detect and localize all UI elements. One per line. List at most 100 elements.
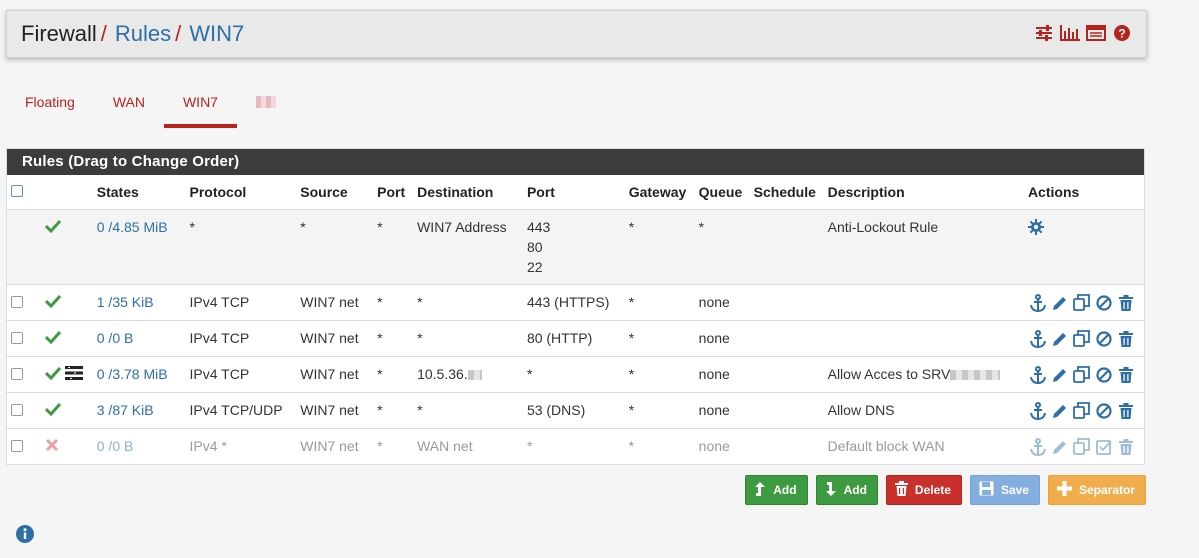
table-row[interactable]: 0 /0 B IPv4 * WIN7 net * WAN net * * non…	[7, 428, 1144, 464]
save-label: Save	[1000, 483, 1029, 497]
add-bottom-button[interactable]: Add	[815, 475, 878, 505]
source-value: WIN7 net	[296, 356, 374, 393]
gear-icon[interactable]	[1027, 218, 1044, 238]
col-source[interactable]: Source	[296, 175, 374, 210]
destination-port-value: 80 (HTTP)	[522, 320, 625, 357]
anchor-icon[interactable]	[1028, 437, 1048, 456]
edit-icon[interactable]	[1050, 330, 1070, 348]
tab-redacted[interactable]	[237, 84, 297, 128]
col-gateway[interactable]: Gateway	[624, 175, 695, 210]
copy-icon[interactable]	[1072, 366, 1092, 384]
save-button[interactable]: Save	[969, 475, 1040, 505]
queue-value: none	[694, 320, 750, 357]
edit-icon[interactable]	[1050, 438, 1070, 456]
disable-icon[interactable]	[1094, 294, 1114, 312]
table-icon[interactable]	[1086, 23, 1106, 43]
destination-port-value: 53 (DNS)	[522, 392, 625, 429]
anchor-icon[interactable]	[1028, 401, 1048, 420]
destination-value: WAN net	[417, 437, 473, 454]
table-row[interactable]: 3 /87 KiB IPv4 TCP/UDP WIN7 net * * 53 (…	[7, 392, 1144, 429]
row-select-cell	[7, 320, 41, 357]
edit-icon[interactable]	[1050, 366, 1070, 384]
edit-icon[interactable]	[1050, 402, 1070, 420]
queue-value: none	[694, 284, 750, 321]
table-row[interactable]: 1 /35 KiB IPv4 TCP WIN7 net * * 443 (HTT…	[7, 284, 1144, 321]
disable-icon[interactable]	[1094, 366, 1114, 384]
breadcrumb-rules-link[interactable]: Rules	[115, 21, 171, 47]
rules-panel: Rules (Drag to Change Order) States Prot…	[6, 148, 1145, 465]
states-value[interactable]: 0 /0 B	[92, 320, 186, 357]
edit-icon[interactable]	[1050, 294, 1070, 312]
row-checkbox[interactable]	[11, 367, 23, 380]
states-value[interactable]: 0 /3.78 MiB	[92, 356, 186, 393]
description-value	[823, 320, 1024, 357]
delete-button[interactable]: Delete	[885, 475, 962, 505]
protocol-value: IPv4 TCP	[185, 284, 297, 321]
copy-icon[interactable]	[1072, 294, 1092, 312]
col-schedule[interactable]: Schedule	[749, 175, 824, 210]
table-row[interactable]: 0 /4.85 MiB * * * WIN7 Address 443 80 22…	[7, 209, 1144, 285]
copy-icon[interactable]	[1072, 330, 1092, 348]
select-all-cell	[7, 175, 41, 210]
status-cell	[40, 284, 93, 321]
pass-check-icon	[44, 219, 62, 236]
pass-check-icon	[44, 402, 62, 419]
anchor-icon[interactable]	[1028, 365, 1048, 384]
breadcrumb-win7-link[interactable]: WIN7	[189, 21, 244, 47]
destination-port-value: *	[526, 437, 533, 454]
tab-win7[interactable]: WIN7	[163, 84, 237, 128]
separator-button[interactable]: Separator	[1047, 475, 1146, 505]
tab-wan[interactable]: WAN	[94, 84, 164, 128]
info-icon[interactable]	[16, 525, 34, 546]
source-value: WIN7 net	[296, 284, 374, 321]
col-source-port[interactable]: Port	[373, 175, 414, 210]
help-icon[interactable]: ?	[1112, 23, 1132, 43]
disable-icon[interactable]	[1094, 402, 1114, 420]
col-queue[interactable]: Queue	[694, 175, 750, 210]
table-row[interactable]: 0 /0 B IPv4 TCP WIN7 net * * 80 (HTTP) *…	[7, 320, 1144, 357]
sliders-icon[interactable]	[1034, 23, 1054, 43]
row-checkbox[interactable]	[11, 403, 23, 416]
anchor-icon[interactable]	[1028, 293, 1048, 312]
protocol-value: IPv4 *	[189, 437, 227, 454]
tab-floating[interactable]: Floating	[6, 84, 94, 128]
states-value[interactable]: 3 /87 KiB	[92, 392, 186, 429]
destination-value: 10.5.36.	[413, 356, 523, 393]
description-value: Default block WAN	[827, 437, 945, 454]
disable-icon[interactable]	[1094, 330, 1114, 348]
bar-chart-icon[interactable]	[1060, 23, 1080, 43]
trash-icon[interactable]	[1116, 402, 1136, 420]
col-states[interactable]: States	[92, 175, 186, 210]
row-checkbox[interactable]	[11, 439, 23, 452]
source-port-value: *	[377, 437, 383, 454]
trash-icon[interactable]	[1116, 330, 1136, 348]
row-actions	[1028, 329, 1140, 348]
col-description[interactable]: Description	[823, 175, 1024, 210]
copy-icon[interactable]	[1072, 402, 1092, 420]
queue-value: *	[694, 209, 750, 285]
redacted-text	[950, 369, 1001, 380]
save-icon	[979, 481, 994, 499]
copy-icon[interactable]	[1072, 438, 1092, 456]
anchor-icon[interactable]	[1028, 329, 1048, 348]
states-value[interactable]: 1 /35 KiB	[92, 284, 186, 321]
enable-icon[interactable]	[1094, 438, 1114, 456]
add-top-button[interactable]: Add	[745, 475, 808, 505]
select-all-checkbox[interactable]	[11, 185, 23, 198]
states-value[interactable]: 0 /0 B	[93, 428, 186, 464]
row-checkbox[interactable]	[11, 331, 23, 344]
description-value: Anti-Lockout Rule	[823, 209, 1024, 285]
trash-icon[interactable]	[1116, 438, 1136, 456]
trash-icon[interactable]	[1116, 294, 1136, 312]
row-actions	[1028, 437, 1140, 456]
col-destination-port[interactable]: Port	[522, 175, 625, 210]
row-select-cell	[7, 209, 41, 285]
table-row[interactable]: 0 /3.78 MiB IPv4 TCP WIN7 net * 10.5.36.…	[7, 356, 1144, 393]
row-actions	[1028, 365, 1140, 384]
row-checkbox[interactable]	[11, 295, 23, 308]
col-protocol[interactable]: Protocol	[185, 175, 297, 210]
states-value[interactable]: 0 /4.85 MiB	[92, 209, 186, 285]
col-destination[interactable]: Destination	[413, 175, 523, 210]
description-value: Allow DNS	[823, 392, 1024, 429]
trash-icon[interactable]	[1116, 366, 1136, 384]
